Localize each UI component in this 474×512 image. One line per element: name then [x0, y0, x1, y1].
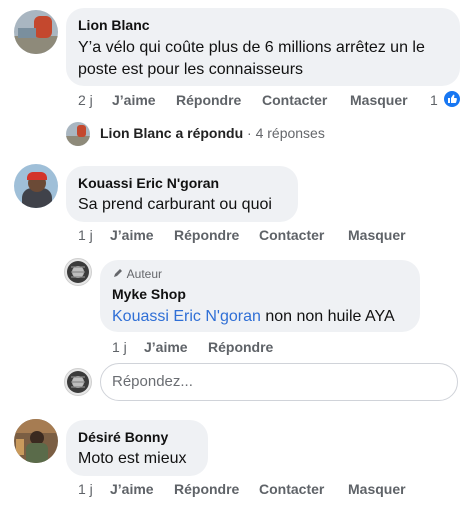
- avatar-lion-blanc-small[interactable]: [66, 122, 90, 146]
- reply-button[interactable]: Répondre: [174, 227, 239, 243]
- avatar-desire-bonny[interactable]: [14, 419, 58, 463]
- reply-button[interactable]: Répondre: [174, 481, 239, 497]
- replies-summary-action: a répondu: [175, 125, 244, 141]
- avatar-kouassi-eric-ngoran[interactable]: [14, 164, 58, 208]
- like-count: 1: [430, 92, 438, 108]
- like-button[interactable]: J’aime: [112, 92, 156, 108]
- author-badge: Auteur: [112, 267, 162, 281]
- like-button[interactable]: J’aime: [110, 481, 154, 497]
- reply-input[interactable]: Répondez...: [100, 363, 458, 401]
- comment-author[interactable]: Désiré Bonny: [78, 429, 168, 445]
- replies-count: 4 réponses: [255, 125, 325, 141]
- current-user-avatar: [64, 368, 92, 396]
- reply-button[interactable]: Répondre: [208, 339, 273, 355]
- comment-time[interactable]: 2 j: [78, 92, 93, 108]
- comment-text: Sa prend carburant ou quoi: [78, 196, 272, 213]
- like-button[interactable]: J’aime: [144, 339, 188, 355]
- hide-button[interactable]: Masquer: [350, 92, 408, 108]
- reply-actions: 1 j J’aime Répondre: [0, 339, 474, 357]
- contact-button[interactable]: Contacter: [259, 227, 324, 243]
- like-reaction-icon[interactable]: [444, 91, 460, 107]
- like-button[interactable]: J’aime: [110, 227, 154, 243]
- comment-text-line-1: Y’a vélo qui coûte plus de 6 millions ar…: [78, 39, 425, 56]
- pencil-icon: [114, 269, 122, 277]
- avatar-myke-shop[interactable]: [64, 258, 92, 286]
- mention-link[interactable]: Kouassi Eric N'goran: [112, 308, 261, 325]
- reply-time[interactable]: 1 j: [112, 339, 127, 355]
- comment-text: Moto est mieux: [78, 450, 187, 467]
- comment-actions: 1 j J’aime Répondre Contacter Masquer: [0, 481, 474, 499]
- comment-actions: 2 j J’aime Répondre Contacter Masquer 1: [0, 92, 474, 110]
- comment-time[interactable]: 1 j: [78, 481, 93, 497]
- reply-author[interactable]: Myke Shop: [112, 286, 186, 302]
- reply-text-body: non non huile AYA: [260, 308, 395, 325]
- comment-author[interactable]: Lion Blanc: [78, 17, 150, 33]
- reply-text: Kouassi Eric N'goran non non huile AYA: [112, 306, 395, 328]
- view-replies-link[interactable]: Lion Blanc a répondu · 4 réponses: [100, 125, 325, 141]
- replies-summary-author: Lion Blanc: [100, 125, 172, 141]
- contact-button[interactable]: Contacter: [262, 92, 327, 108]
- reply-button[interactable]: Répondre: [176, 92, 241, 108]
- contact-button[interactable]: Contacter: [259, 481, 324, 497]
- reply-input-placeholder: Répondez...: [112, 373, 193, 390]
- comment-actions: 1 j J’aime Répondre Contacter Masquer: [0, 227, 474, 245]
- avatar-lion-blanc[interactable]: [14, 10, 58, 54]
- comment-author[interactable]: Kouassi Eric N'goran: [78, 175, 219, 191]
- comment-text-line-2: poste est pour les connaisseurs: [78, 61, 304, 78]
- author-badge-label: Auteur: [126, 267, 163, 281]
- hide-button[interactable]: Masquer: [348, 481, 406, 497]
- comment-time[interactable]: 1 j: [78, 227, 93, 243]
- replies-summary-separator: ·: [243, 125, 256, 141]
- hide-button[interactable]: Masquer: [348, 227, 406, 243]
